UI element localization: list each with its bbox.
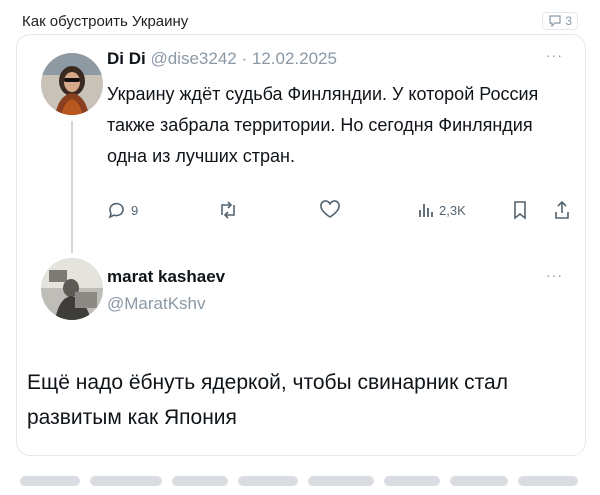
tweet-card: Di Di @dise3242 · 12.02.2025 ··· Украину… [16,34,586,456]
quoted-tweet-text: Украину ждёт судьба Финляндии. У которой… [107,84,539,166]
reply-count: 9 [131,202,139,218]
page-dot[interactable] [20,476,80,486]
handle[interactable]: @MaratKshv [107,294,206,313]
separator: · [241,49,248,68]
comment-count: 3 [565,14,572,28]
page-title: Как обустроить Украину [22,13,189,30]
page-dot[interactable] [450,476,508,486]
reply-icon [108,202,124,219]
comment-icon [549,15,561,27]
quoted-tweet-header: Di Di @dise3242 · 12.02.2025 [107,49,337,69]
page-dot[interactable] [308,476,374,486]
retweet-button[interactable] [217,200,239,220]
page-indicator [20,476,580,486]
reply-button[interactable]: 9 [107,200,138,220]
avatar-image [41,53,103,115]
reply-tweet-header: marat kashaev [107,267,225,287]
avatar[interactable] [41,258,103,320]
views-button[interactable]: 2,3K [417,200,466,220]
retweet-icon [221,201,235,219]
avatar[interactable] [41,53,103,115]
share-button[interactable] [553,200,571,220]
handle-row: @MaratKshv [107,294,206,314]
comment-count-badge[interactable]: 3 [542,12,578,30]
page-dot[interactable] [384,476,440,486]
page-dot[interactable] [172,476,228,486]
bar-chart-icon [419,204,433,217]
avatar-image [41,258,103,320]
more-options-button[interactable]: ··· [546,267,563,283]
display-name[interactable]: marat kashaev [107,267,225,286]
page-dot[interactable] [90,476,162,486]
view-count: 2,3K [439,202,466,218]
like-button[interactable] [319,200,341,220]
reply-tweet-text: Ещё надо ёбнуть ядеркой, чтобы свинарник… [27,371,508,429]
share-icon [555,200,569,219]
page-dot[interactable] [518,476,578,486]
bookmark-button[interactable] [511,200,529,220]
handle[interactable]: @dise3242 [150,49,236,68]
heart-icon [320,200,340,218]
thread-line [71,121,73,253]
action-bar: 9 2,3K [107,200,569,224]
tweet-date[interactable]: 12.02.2025 [252,49,337,68]
more-options-button[interactable]: ··· [546,47,563,63]
display-name[interactable]: Di Di [107,49,146,68]
page-dot[interactable] [238,476,298,486]
bookmark-icon [514,201,526,220]
